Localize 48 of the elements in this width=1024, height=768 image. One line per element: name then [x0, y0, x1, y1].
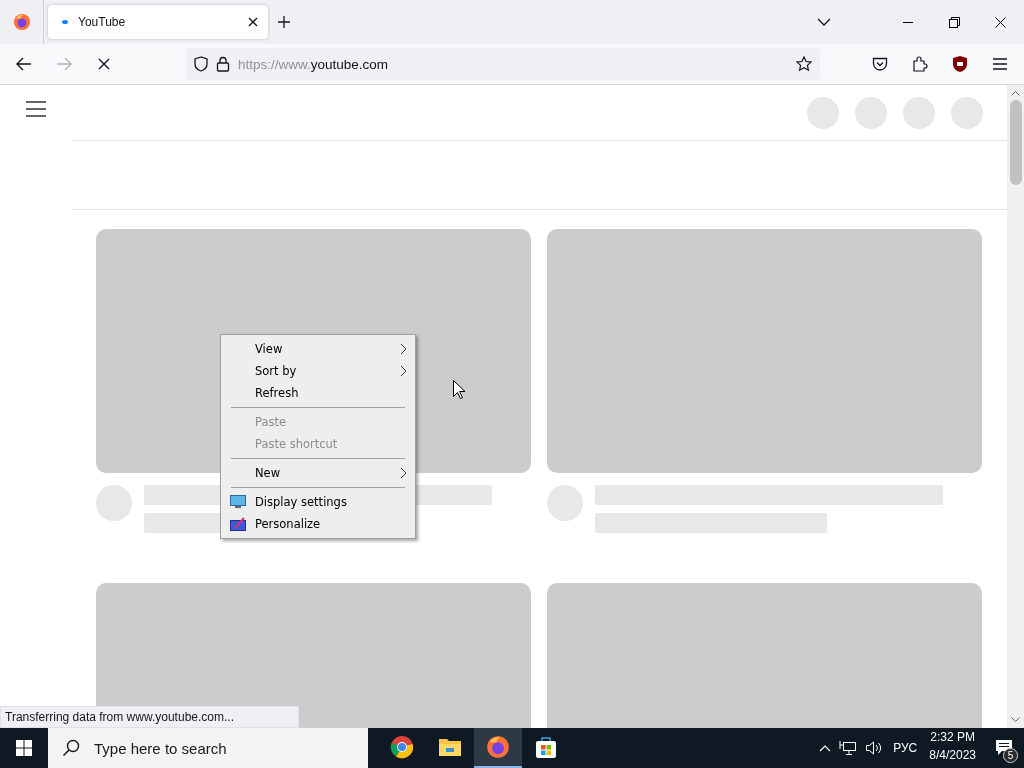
close-icon[interactable] [248, 17, 258, 27]
folder-icon [438, 736, 462, 758]
scroll-up-icon[interactable] [1011, 90, 1020, 96]
round-browser-icon [390, 735, 414, 759]
menu-item[interactable]: Refresh [221, 382, 415, 404]
address-bar[interactable]: https://www.youtube.com [186, 48, 820, 80]
scroll-down-icon[interactable] [1011, 717, 1020, 723]
search-placeholder: Type here to search [94, 739, 227, 757]
windows-logo-icon [16, 740, 32, 756]
fox-browser-icon [486, 735, 510, 759]
url-text: https://www.youtube.com [238, 56, 390, 72]
network-icon[interactable] [839, 740, 858, 756]
browser-tab[interactable]: YouTube [48, 5, 268, 39]
menu-item[interactable]: Sort by [221, 360, 415, 382]
notifications-button[interactable]: 5 [984, 728, 1024, 768]
status-text: Transferring data from www.youtube.com... [0, 706, 299, 728]
lock-icon[interactable] [216, 56, 230, 72]
shopping-bag-icon [534, 735, 558, 759]
menu-icon[interactable] [993, 58, 1007, 70]
plus-icon[interactable] [277, 15, 291, 29]
clock[interactable]: 2:32 PM 8/4/2023 [921, 728, 984, 768]
search-field[interactable]: Type here to search [48, 728, 368, 768]
personalize-icon [230, 517, 246, 531]
chevron-up-icon[interactable] [819, 744, 832, 752]
back-arrow-icon[interactable] [16, 57, 32, 71]
scrollbar-thumb[interactable] [1009, 100, 1022, 185]
search-icon [62, 739, 80, 757]
menu-item[interactable]: View [221, 338, 415, 360]
pocket-icon[interactable] [872, 57, 888, 71]
chevron-down-icon[interactable] [817, 18, 831, 26]
star-icon[interactable] [796, 56, 812, 72]
stop-icon[interactable] [98, 58, 110, 70]
restore-icon[interactable] [948, 16, 960, 28]
scrollbar[interactable] [1007, 85, 1024, 728]
monitor-icon [230, 495, 246, 509]
language-indicator[interactable]: РУС [893, 741, 918, 755]
fox-browser-icon [12, 13, 31, 31]
puzzle-icon[interactable] [912, 56, 928, 72]
cursor-icon [453, 380, 465, 399]
minimize-icon[interactable] [903, 21, 913, 23]
shield-extension-icon[interactable] [952, 55, 968, 73]
menu-item[interactable]: New [221, 462, 415, 484]
shield-icon[interactable] [194, 56, 208, 72]
menu-item[interactable]: Personalize [221, 513, 415, 535]
forward-arrow-icon [56, 57, 72, 71]
menu-item[interactable]: Display settings [221, 491, 415, 513]
menu-icon[interactable] [26, 101, 46, 117]
close-icon[interactable] [994, 16, 1006, 28]
